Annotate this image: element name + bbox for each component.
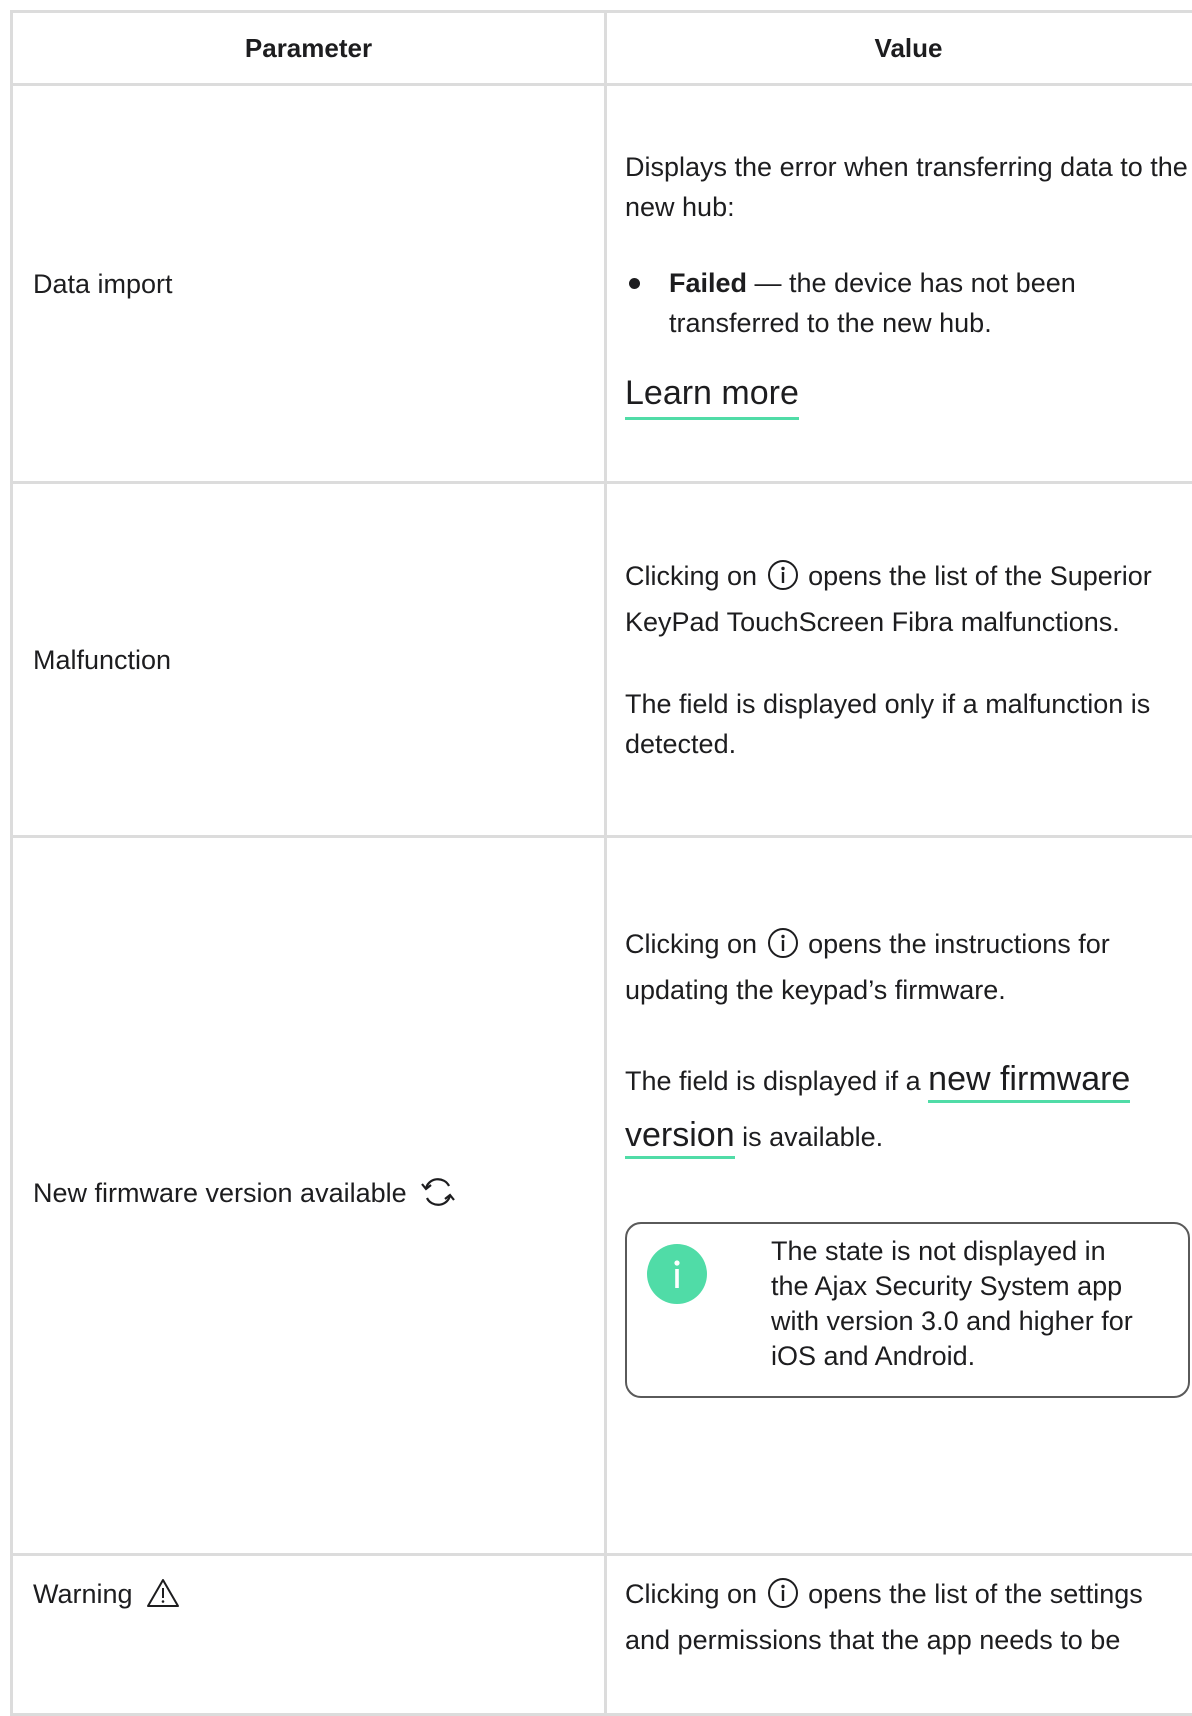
value-cell: Clicking on opens the list of the Superi…	[606, 483, 1192, 837]
value-text: Displays the error when transferring dat…	[625, 147, 1190, 227]
table-header-row: Parameter Value	[12, 12, 1192, 85]
param-label: New firmware version available	[33, 1178, 407, 1208]
text-before-icon: Clicking on	[625, 1579, 757, 1609]
parameters-table: Parameter Value Data import Displays the…	[10, 10, 1192, 1716]
text-after-link: is available.	[735, 1122, 884, 1152]
info-circle-icon	[767, 1577, 799, 1620]
learn-more-link[interactable]: Learn more	[625, 371, 799, 420]
value-text: Clicking on opens the instructions for u…	[625, 924, 1190, 1010]
param-cell: Malfunction	[12, 483, 606, 837]
table-row: Warning Clicking on opens the list of th…	[12, 1555, 1192, 1715]
table-row: New firmware version available Clicking …	[12, 837, 1192, 1555]
table-row: Data import Displays the error when tran…	[12, 85, 1192, 483]
value-text: Clicking on opens the list of the Superi…	[625, 556, 1190, 642]
bullet-bold-term: Failed	[669, 268, 747, 298]
param-label: Data import	[33, 269, 173, 299]
warning-triangle-icon	[146, 1577, 180, 1620]
info-circle-icon	[767, 559, 799, 602]
text-before-icon: Clicking on	[625, 929, 757, 959]
value-text: The field is displayed only if a malfunc…	[625, 684, 1190, 764]
value-cell: Clicking on opens the instructions for u…	[606, 837, 1192, 1555]
info-note-box: The state is not displayed in the Ajax S…	[625, 1222, 1190, 1398]
value-cell: Displays the error when transferring dat…	[606, 85, 1192, 483]
info-circle-icon	[767, 927, 799, 970]
info-icon	[647, 1244, 707, 1304]
param-cell: Warning	[12, 1555, 606, 1715]
param-label: Malfunction	[33, 645, 171, 675]
bullet-list: Failed — the device has not been transfe…	[625, 263, 1190, 343]
text-before-link: The field is displayed if a	[625, 1066, 928, 1096]
param-label: Warning	[33, 1579, 133, 1609]
header-value: Value	[606, 12, 1192, 85]
refresh-icon	[420, 1176, 456, 1219]
text-before-icon: Clicking on	[625, 561, 757, 591]
value-text: Clicking on opens the list of the settin…	[625, 1574, 1190, 1660]
param-cell: New firmware version available	[12, 837, 606, 1555]
bullet-dot	[629, 278, 640, 289]
list-item: Failed — the device has not been transfe…	[625, 263, 1190, 343]
table-row: Malfunction Clicking on opens the list o…	[12, 483, 1192, 837]
value-text: The field is displayed if a new firmware…	[625, 1052, 1190, 1164]
note-text: The state is not displayed in the Ajax S…	[771, 1224, 1148, 1374]
value-cell: Clicking on opens the list of the settin…	[606, 1555, 1192, 1715]
param-cell: Data import	[12, 85, 606, 483]
header-parameter: Parameter	[12, 12, 606, 85]
